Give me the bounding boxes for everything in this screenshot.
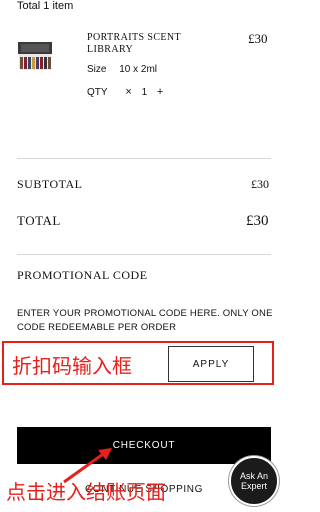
size-value: 10 x 2ml <box>119 64 158 75</box>
product-price: £30 <box>248 31 268 46</box>
promo-code-title: PROMOTIONAL CODE <box>17 268 148 282</box>
size-label: Size <box>87 64 107 75</box>
product-name[interactable]: PORTRAITS SCENT LIBRARY <box>87 32 207 56</box>
checkout-annotation: 点击进入结账页面 <box>6 482 166 504</box>
subtotal-value: £30 <box>251 177 269 191</box>
apply-button[interactable]: APPLY <box>168 346 254 382</box>
divider <box>17 158 271 159</box>
qty-value: 1 <box>141 86 148 98</box>
promo-code-description: ENTER YOUR PROMOTIONAL CODE HERE. ONLY O… <box>17 308 273 333</box>
checkout-button[interactable]: CHECKOUT <box>17 427 271 464</box>
promo-input-annotation: 折扣码输入框 <box>12 356 132 378</box>
total-label: TOTAL <box>17 213 61 228</box>
subtotal-label: SUBTOTAL <box>17 177 83 191</box>
quantity-stepper: QTY × 1 + <box>87 86 167 98</box>
total-value: £30 <box>246 213 269 229</box>
divider <box>17 254 271 255</box>
qty-decrease-button[interactable]: × <box>122 86 136 98</box>
qty-label: QTY <box>87 86 108 98</box>
cart-summary-title: Total 1 item <box>17 0 74 12</box>
qty-increase-button[interactable]: + <box>153 86 167 98</box>
product-image <box>18 42 52 70</box>
ask-an-expert-button[interactable]: Ask An Expert <box>229 456 279 506</box>
product-size: Size 10 x 2ml <box>87 64 157 75</box>
